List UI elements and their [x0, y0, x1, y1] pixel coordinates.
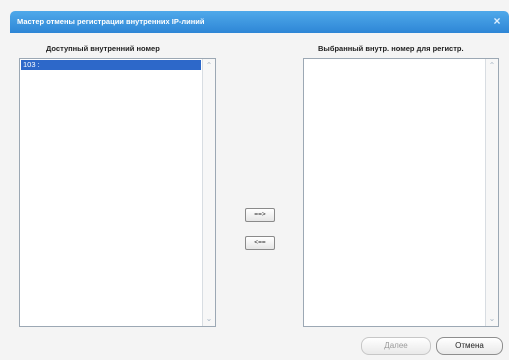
selected-list-scrollbar[interactable]: ⌃ ⌄: [485, 59, 498, 326]
selected-extensions-label: Выбранный внутр. номер для регистр.: [318, 44, 464, 53]
dialog-titlebar: Мастер отмены регистрации внутренних IP-…: [10, 11, 509, 33]
list-item[interactable]: 103 :: [21, 60, 201, 70]
selected-extensions-list[interactable]: ⌃ ⌄: [303, 58, 499, 327]
scroll-down-arrow-icon[interactable]: ⌄: [487, 314, 497, 324]
available-extensions-label: Доступный внутренний номер: [46, 44, 160, 53]
cancel-button[interactable]: Отмена: [436, 337, 503, 355]
available-extensions-list[interactable]: 103 : ⌃ ⌄: [19, 58, 216, 327]
next-button[interactable]: Далее: [361, 337, 431, 355]
add-selected-button[interactable]: ==>: [245, 208, 275, 222]
available-list-scrollbar[interactable]: ⌃ ⌄: [202, 59, 215, 326]
scroll-up-arrow-icon[interactable]: ⌃: [204, 61, 214, 71]
scroll-down-arrow-icon[interactable]: ⌄: [204, 314, 214, 324]
remove-selected-button[interactable]: <==: [245, 236, 275, 250]
scroll-up-arrow-icon[interactable]: ⌃: [487, 61, 497, 71]
close-icon[interactable]: ×: [490, 14, 504, 28]
dialog-title: Мастер отмены регистрации внутренних IP-…: [17, 17, 205, 26]
